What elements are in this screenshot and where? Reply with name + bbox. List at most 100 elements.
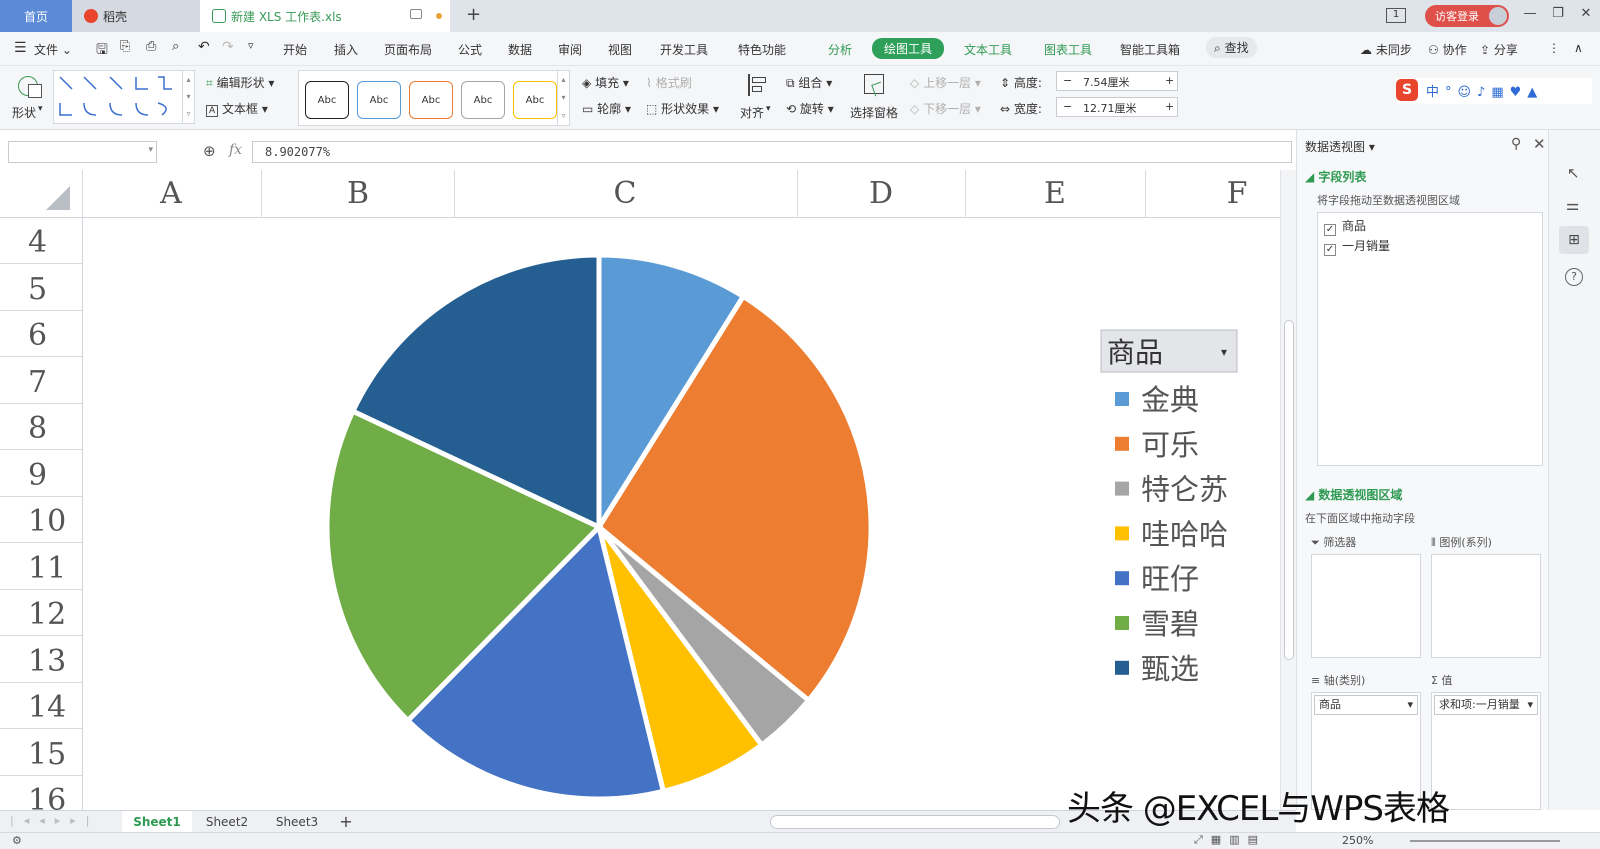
bring-forward-button[interactable]: ◇ 上移一层 ▾ [910, 74, 981, 91]
legend-label-3[interactable]: 哇哈哈 [1141, 517, 1228, 551]
row-header-11[interactable]: 11 [0, 544, 82, 590]
add-sheet-button[interactable]: + [334, 811, 358, 833]
width-decrement[interactable]: − [1063, 100, 1072, 113]
minimize-button[interactable]: — [1518, 6, 1542, 26]
tab-nav-arrows-icon[interactable]: |◂◂▸▸| [10, 814, 100, 827]
name-box[interactable]: ▾ [8, 141, 157, 163]
axis-field-dropdown[interactable]: 商品 [1314, 695, 1418, 715]
values-field-dropdown[interactable]: 求和项:一月销量 [1434, 695, 1538, 715]
send-backward-button[interactable]: ◇ 下移一层 ▾ [910, 100, 981, 117]
share-button[interactable]: ⇪ 分享 [1480, 41, 1518, 58]
column-header-a[interactable]: A [156, 176, 186, 211]
menu-text-tools[interactable]: 文本工具 [964, 41, 1012, 58]
menu-special[interactable]: 特色功能 [738, 41, 786, 58]
style-sample-blue[interactable]: Abc [357, 81, 401, 119]
field-item-product[interactable]: ✓ 商品 [1324, 217, 1366, 236]
menu-drawing-tools[interactable]: 绘图工具 [872, 38, 945, 59]
menu-page-layout[interactable]: 页面布局 [384, 41, 432, 58]
quick-access-more-icon[interactable]: ▿ [248, 39, 254, 52]
fx-icon[interactable]: fx [229, 142, 242, 158]
menu-data[interactable]: 数据 [508, 41, 532, 58]
checkbox-checked-icon[interactable]: ✓ [1324, 244, 1336, 256]
name-box-dropdown-icon[interactable]: ▾ [148, 145, 153, 155]
collaborate-button[interactable]: ⚇ 协作 [1428, 41, 1467, 58]
sliders-icon[interactable]: ⚌ [1566, 196, 1579, 214]
menu-view[interactable]: 视图 [608, 41, 632, 58]
height-increment[interactable]: + [1165, 74, 1174, 87]
more-icon[interactable]: ⋮ [1548, 41, 1560, 55]
checkbox-checked-icon[interactable]: ✓ [1324, 224, 1336, 236]
row-header-6[interactable]: 6 [0, 311, 82, 357]
style-sample-gold[interactable]: Abc [513, 81, 557, 119]
row-header-12[interactable]: 12 [0, 590, 82, 636]
row-header-7[interactable]: 7 [0, 358, 82, 404]
legend-label-2[interactable]: 特仑苏 [1141, 473, 1228, 507]
status-settings-icon[interactable]: ⚙ [12, 834, 22, 847]
field-list-heading[interactable]: ◢ 字段列表 [1305, 168, 1366, 185]
shape-button[interactable]: 形状 ▾ [10, 70, 46, 126]
legend-label-6[interactable]: 甄选 [1141, 652, 1199, 686]
sheet-tab-2[interactable]: Sheet2 [192, 811, 262, 833]
pin-icon[interactable]: ⚲ [1511, 136, 1521, 152]
filter-drop-zone[interactable] [1311, 554, 1421, 658]
menu-formulas[interactable]: 公式 [458, 41, 482, 58]
sync-status[interactable]: ☁ 未同步 [1360, 41, 1412, 58]
selection-pane-button[interactable]: 选择窗格 [850, 70, 900, 126]
column-header-d[interactable]: D [866, 176, 896, 211]
column-header-b[interactable]: B [343, 176, 373, 211]
restore-button[interactable]: ❐ [1546, 6, 1570, 26]
line-gallery[interactable]: ▴ ▾ ▿ [53, 70, 195, 124]
menu-home[interactable]: 开始 [283, 41, 307, 58]
legend-series-drop-zone[interactable] [1431, 554, 1541, 658]
width-stepper[interactable]: − 12.71厘米 + [1056, 97, 1178, 117]
textbox-button[interactable]: A 文本框 ▾ [206, 100, 268, 117]
width-increment[interactable]: + [1165, 100, 1174, 113]
width-value[interactable]: 12.71厘米 [1083, 100, 1137, 116]
group-button[interactable]: ⧉ 组合 ▾ [786, 74, 832, 91]
rotate-button[interactable]: ⟲ 旋转 ▾ [786, 100, 834, 117]
legend-label-5[interactable]: 雪碧 [1141, 607, 1199, 641]
style-gallery-scroll[interactable]: ▴ ▾ ▿ [557, 71, 569, 125]
help-icon[interactable]: ? [1565, 268, 1583, 286]
edit-shape-button[interactable]: ⌗ 编辑形状 ▾ [206, 74, 274, 91]
height-decrement[interactable]: − [1063, 74, 1072, 87]
format-painter-button[interactable]: ⌇ 格式刷 [646, 74, 692, 91]
ime-toolbar[interactable]: S 中°☺♪▦♥▲ [1396, 78, 1592, 104]
menu-insert[interactable]: 插入 [334, 41, 358, 58]
outline-button[interactable]: ▭ 轮廓 ▾ [582, 100, 631, 117]
pivot-area-heading[interactable]: ◢ 数据透视图区域 [1305, 486, 1402, 503]
horizontal-scrollbar[interactable] [770, 815, 1060, 829]
sheet-area[interactable]: 商品 ▾ 金典 可乐 特仑苏 哇哈哈 旺仔 雪碧 甄选 [82, 218, 1280, 810]
collapse-ribbon-icon[interactable]: ∧ [1574, 41, 1583, 55]
formula-input[interactable]: 8.902077% [252, 141, 1292, 163]
sheet-tab-3[interactable]: Sheet3 [262, 811, 332, 833]
row-header-13[interactable]: 13 [0, 637, 82, 683]
zoom-formula-icon[interactable]: ⊕ [203, 142, 216, 160]
guest-login-button[interactable]: 访客登录 [1425, 5, 1509, 27]
row-header-15[interactable]: 15 [0, 730, 82, 776]
style-sample-black[interactable]: Abc [305, 81, 349, 119]
height-value[interactable]: 7.54厘米 [1083, 74, 1130, 90]
tab-daoke[interactable]: 稻壳 [72, 0, 200, 32]
style-sample-orange[interactable]: Abc [409, 81, 453, 119]
undo-icon[interactable]: ↶ [198, 39, 210, 55]
legend-label-4[interactable]: 旺仔 [1141, 562, 1199, 596]
menu-file[interactable]: 文件 ⌄ [34, 41, 72, 58]
select-all-corner[interactable] [46, 186, 70, 210]
search-button[interactable]: ⌕ 查找 [1206, 37, 1257, 58]
tab-home[interactable]: 首页 [0, 0, 72, 32]
field-filter-dropdown-icon[interactable]: ▾ [1221, 345, 1227, 359]
field-item-jan-sales[interactable]: ✓ 一月销量 [1324, 237, 1390, 256]
panel-title[interactable]: 数据透视图 ▾ [1305, 138, 1375, 155]
menu-review[interactable]: 审阅 [558, 41, 582, 58]
redo-icon[interactable]: ↷ [222, 39, 234, 55]
height-stepper[interactable]: − 7.54厘米 + [1056, 71, 1178, 91]
new-tab-button[interactable]: + [466, 4, 481, 25]
cursor-icon[interactable]: ↖ [1567, 164, 1580, 182]
row-header-8[interactable]: 8 [0, 404, 82, 450]
close-icon[interactable]: ✕ [1533, 135, 1546, 153]
vertical-scroll-thumb[interactable] [1284, 320, 1294, 660]
hamburger-icon[interactable]: ☰ [14, 40, 27, 56]
vertical-scrollbar[interactable] [1280, 170, 1296, 810]
align-button[interactable]: 对齐 ▾ [740, 70, 780, 126]
